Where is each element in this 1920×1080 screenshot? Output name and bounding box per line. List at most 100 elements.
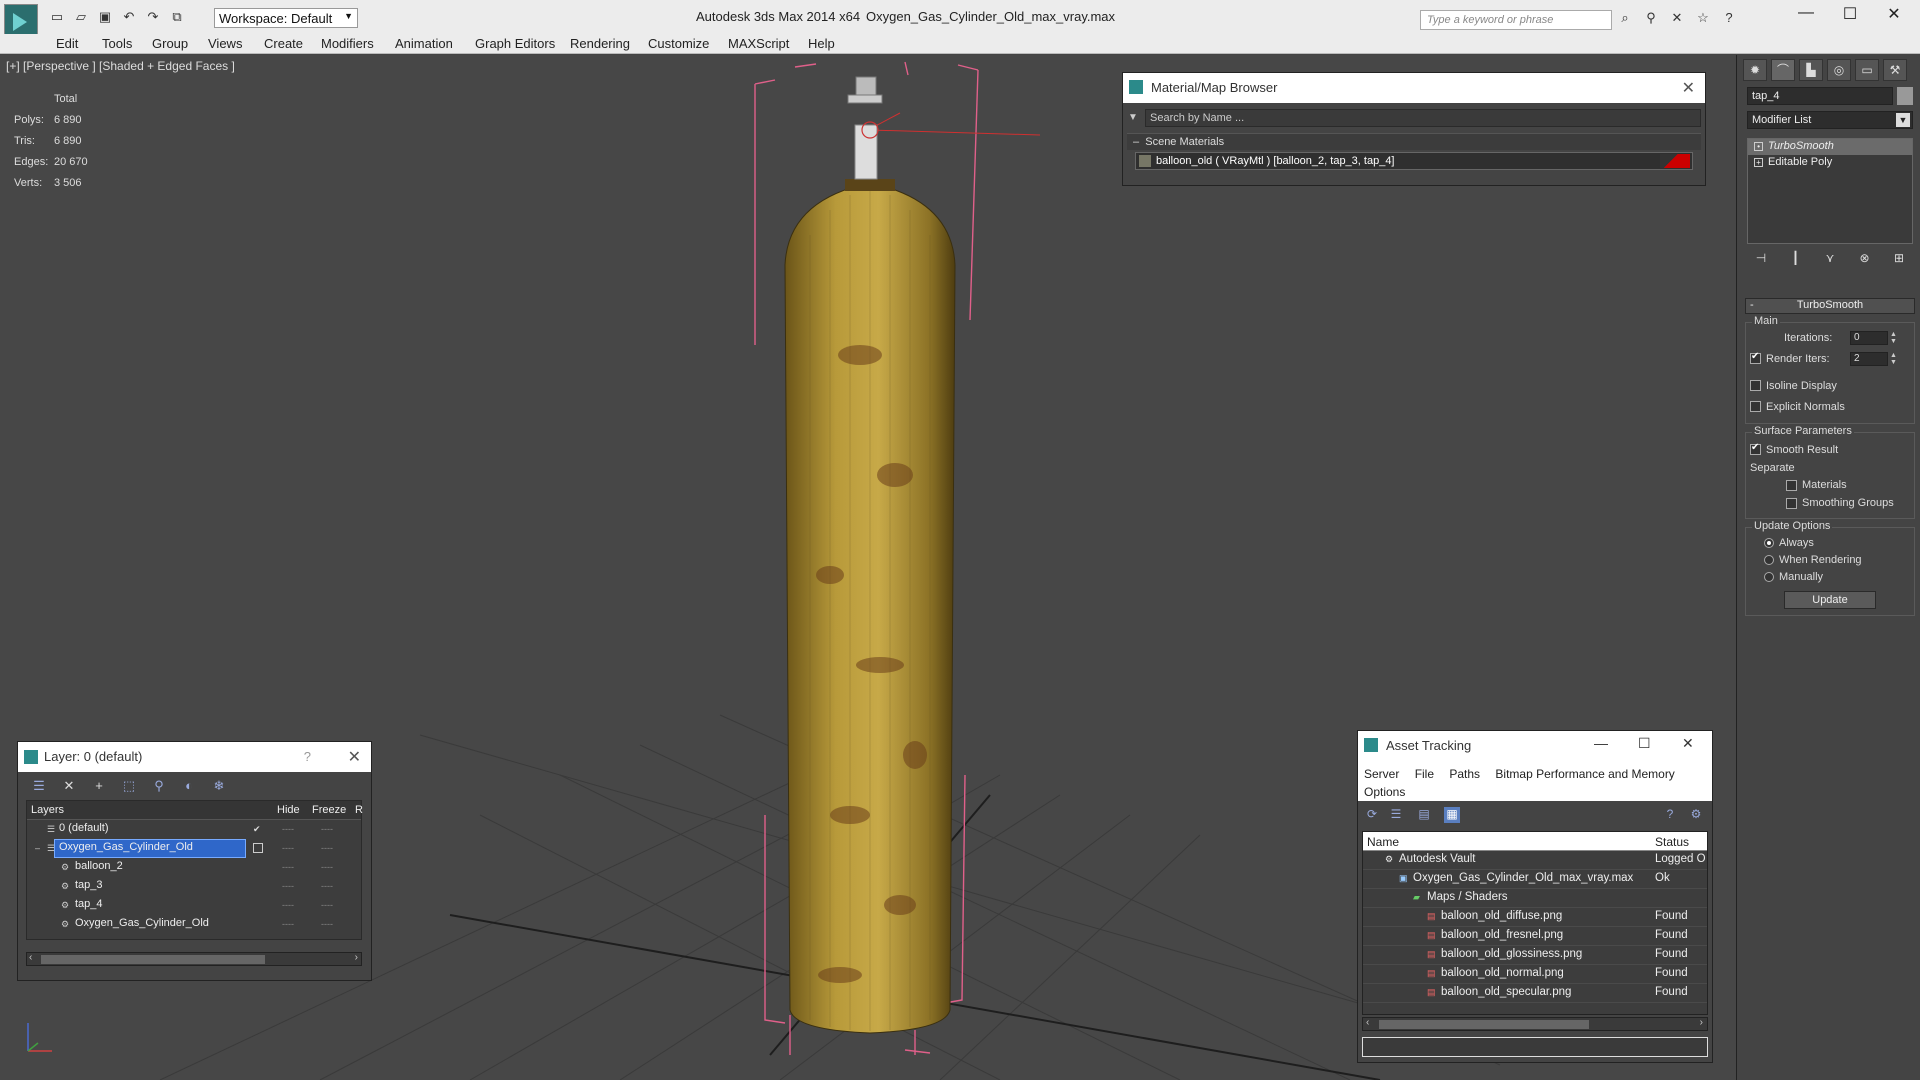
viewport-label[interactable]: [+] [Perspective ] [Shaded + Edged Faces… [6,59,235,73]
create-layer-icon[interactable]: ☰ [30,778,48,794]
col-hide[interactable]: Hide [277,804,300,816]
asset-row[interactable]: ▤ balloon_old_specular.png Found [1363,984,1707,1003]
communication-icon[interactable]: ✕ [1668,10,1686,28]
layer-object-row[interactable]: ⚙ tap_4 ---- ---- [27,896,361,915]
undo-icon[interactable]: ↶ [120,9,138,25]
render-iters-spinner[interactable]: 2 [1850,351,1888,366]
select-objects-icon[interactable]: ⬚ [120,778,138,794]
material-item-balloon-old[interactable]: balloon_old ( VRayMtl ) [balloon_2, tap_… [1135,152,1693,170]
delete-layer-icon[interactable]: ✕ [60,778,78,794]
asset-path-field[interactable] [1362,1037,1708,1057]
motion-tab-icon[interactable]: ◎ [1827,59,1851,81]
modify-tab-icon[interactable]: ⌒ [1771,59,1795,81]
subscription-icon[interactable]: ⚲ [1642,10,1660,28]
freeze-toggle[interactable]: ---- [321,900,333,910]
hide-all-icon[interactable]: ◐ [180,778,198,794]
separate-smoothing-groups-checkbox[interactable] [1786,497,1797,509]
expand-icon[interactable]: + [1754,158,1763,167]
settings-icon[interactable]: ⚙ [1688,807,1704,823]
menu-tools[interactable]: Tools [102,36,132,51]
redo-icon[interactable]: ↷ [144,9,162,25]
update-button[interactable]: Update [1784,591,1876,609]
scroll-left-icon[interactable]: ‹ [29,952,32,963]
menu-file[interactable]: File [1415,767,1434,781]
scroll-thumb[interactable] [41,955,265,964]
hide-toggle[interactable]: ---- [282,881,294,891]
scroll-thumb[interactable] [1379,1020,1589,1029]
menu-server[interactable]: Server [1364,767,1399,781]
asset-row[interactable]: ▣ Oxygen_Gas_Cylinder_Old_max_vray.max O… [1363,870,1707,889]
close-button[interactable]: ✕ [1682,735,1694,752]
col-name[interactable]: Name [1367,835,1399,849]
save-file-icon[interactable]: ▣ [96,9,114,25]
menu-customize[interactable]: Customize [648,36,709,51]
oxygen-cylinder-model[interactable] [784,76,956,1034]
menu-options[interactable]: Options [1364,785,1405,799]
layer-horizontal-scrollbar[interactable]: ‹ › [26,952,362,966]
col-freeze[interactable]: Freeze [312,804,346,816]
col-render[interactable]: R [355,804,363,816]
show-end-result-icon[interactable]: ┃ [1786,251,1806,269]
menu-edit[interactable]: Edit [56,36,78,51]
asset-row[interactable]: ▤ balloon_old_fresnel.png Found [1363,927,1707,946]
hide-toggle[interactable]: ---- [282,824,294,834]
help-icon[interactable]: ? [1662,807,1678,823]
open-file-icon[interactable]: ▱ [72,9,90,25]
turbosmooth-rollout-header[interactable]: - TurboSmooth [1745,298,1915,314]
isoline-display-checkbox[interactable] [1750,380,1761,391]
make-unique-icon[interactable]: ⋎ [1820,251,1840,269]
hide-toggle[interactable]: ---- [282,862,294,872]
material-search-input[interactable]: ▼ Search by Name ... [1128,109,1701,127]
asset-row[interactable]: ▤ balloon_old_glossiness.png Found [1363,946,1707,965]
minimize-button[interactable]: — [1786,4,1826,22]
object-color-swatch[interactable] [1897,87,1913,105]
close-icon[interactable]: ✕ [348,747,361,767]
spinner-arrows-icon[interactable]: ▲ ▼ [1890,352,1897,366]
menu-create[interactable]: Create [264,36,303,51]
pin-stack-icon[interactable]: ⊣ [1751,251,1771,269]
layer-object-row[interactable]: ⚙ tap_3 ---- ---- [27,877,361,896]
col-layers[interactable]: Layers [31,804,64,816]
stack-item-turbosmooth[interactable]: • TurboSmooth [1748,139,1912,155]
project-folder-icon[interactable]: ⧉ [168,9,186,25]
table-view-icon[interactable]: ▦ [1444,807,1460,823]
help-icon[interactable]: ? [1720,10,1738,28]
scroll-right-icon[interactable]: › [355,952,358,963]
highlight-layer-icon[interactable]: ⚲ [150,778,168,794]
scroll-left-icon[interactable]: ‹ [1366,1017,1369,1028]
set-current-icon[interactable] [253,843,263,853]
menu-group[interactable]: Group [152,36,188,51]
freeze-all-icon[interactable]: ❄ [210,778,228,794]
menu-maxscript[interactable]: MAXScript [728,36,789,51]
asset-row[interactable]: ▤ balloon_old_normal.png Found [1363,965,1707,984]
maximize-button[interactable]: ☐ [1638,735,1651,752]
remove-modifier-icon[interactable]: ⊗ [1855,251,1875,269]
hide-toggle[interactable]: ---- [282,919,294,929]
iterations-spinner[interactable]: 0 [1850,330,1888,345]
layer-row-selected[interactable]: – ☰ Oxygen_Gas_Cylinder_Old ---- ---- [27,839,361,858]
refresh-icon[interactable]: ⟳ [1364,807,1380,823]
hide-toggle[interactable]: ---- [282,900,294,910]
scroll-right-icon[interactable]: › [1700,1017,1703,1028]
new-file-icon[interactable]: ▭ [48,9,66,25]
hierarchy-tab-icon[interactable]: ▙ [1799,59,1823,81]
help-button[interactable]: ? [304,749,311,764]
close-icon[interactable]: ✕ [1682,78,1695,98]
menu-modifiers[interactable]: Modifiers [321,36,374,51]
menu-graph-editors[interactable]: Graph Editors [475,36,555,51]
configure-sets-icon[interactable]: ⊞ [1889,251,1909,269]
menu-paths[interactable]: Paths [1449,767,1480,781]
workspace-dropdown[interactable]: Workspace: Default ▼ [214,8,358,28]
freeze-toggle[interactable]: ---- [321,862,333,872]
create-tab-icon[interactable]: ✹ [1743,59,1767,81]
menu-help[interactable]: Help [808,36,835,51]
binoculars-icon[interactable]: ⌕ [1616,10,1634,28]
display-tab-icon[interactable]: ▭ [1855,59,1879,81]
collapse-icon[interactable]: – [35,843,45,853]
detail-view-icon[interactable]: ▤ [1416,807,1432,823]
hide-toggle[interactable]: ---- [282,843,294,853]
menu-animation[interactable]: Animation [395,36,453,51]
menu-views[interactable]: Views [208,36,242,51]
favorites-icon[interactable]: ☆ [1694,10,1712,28]
close-button[interactable]: ✕ [1874,4,1914,24]
